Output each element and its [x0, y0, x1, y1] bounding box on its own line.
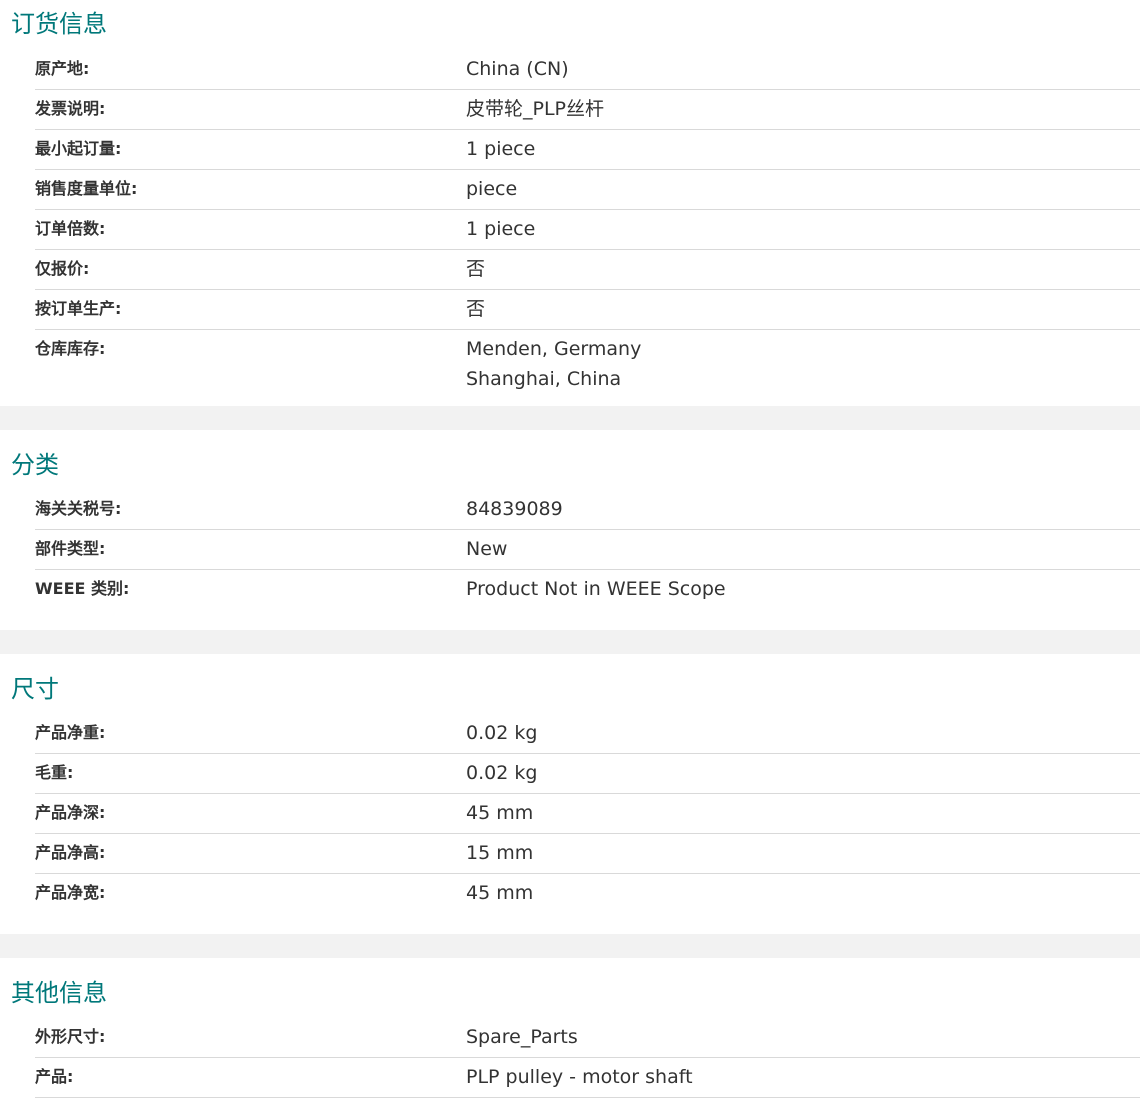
- row-label: 按订单生产:: [35, 299, 122, 318]
- row-label: 产品净高:: [35, 843, 106, 862]
- table-row: 仓库库存: Menden, Germany Shanghai, China: [35, 330, 1140, 400]
- row-value: 1 piece: [466, 138, 536, 160]
- table-row: 毛重: 0.02 kg: [35, 754, 1140, 794]
- row-value: 45 mm: [466, 882, 534, 904]
- table-row: 销售度量单位: piece: [35, 170, 1140, 210]
- table-row: 产品净重: 0.02 kg: [35, 714, 1140, 754]
- section-dimensions: 尺寸 产品净重: 0.02 kg 毛重: 0.02 kg 产品净深: 45 mm…: [0, 630, 1140, 934]
- row-value: 否: [466, 258, 486, 280]
- section-title: 尺寸: [11, 675, 59, 703]
- table-row: 订单倍数: 1 piece: [35, 210, 1140, 250]
- table-row: 产品净高: 15 mm: [35, 834, 1140, 874]
- warehouse-location: Shanghai, China: [466, 368, 622, 390]
- row-value: 皮带轮_PLP丝杆: [466, 98, 605, 120]
- row-label: 订单倍数:: [35, 219, 106, 238]
- table-row: 发票说明: 皮带轮_PLP丝杆: [35, 90, 1140, 130]
- row-label: 销售度量单位:: [35, 179, 138, 198]
- row-label: 产品净深:: [35, 803, 106, 822]
- row-value: New: [466, 538, 508, 560]
- row-value: Spare_Parts: [466, 1026, 578, 1048]
- table-row: WEEE 类别: Product Not in WEEE Scope: [35, 570, 1140, 609]
- table-row: 按订单生产: 否: [35, 290, 1140, 330]
- ordering-info-table: 原产地: China (CN) 发票说明: 皮带轮_PLP丝杆 最小起订量: 1…: [35, 50, 1140, 400]
- row-label: 产品净宽:: [35, 883, 106, 902]
- row-label: 外形尺寸:: [35, 1027, 106, 1046]
- section-other-info: 其他信息 外形尺寸: Spare_Parts 产品: PLP pulley - …: [0, 934, 1140, 1105]
- dimensions-table: 产品净重: 0.02 kg 毛重: 0.02 kg 产品净深: 45 mm 产品…: [35, 714, 1140, 913]
- table-row: 部件类型: New: [35, 530, 1140, 570]
- table-row: 海关关税号: 84839089: [35, 490, 1140, 530]
- row-label: 发票说明:: [35, 99, 106, 118]
- row-value: 0.02 kg: [466, 762, 538, 784]
- row-value: piece: [466, 178, 518, 200]
- section-classification: 分类 海关关税号: 84839089 部件类型: New WEEE 类别: Pr…: [0, 406, 1140, 630]
- table-row: 产品净深: 45 mm: [35, 794, 1140, 834]
- section-ordering-info: 订货信息 原产地: China (CN) 发票说明: 皮带轮_PLP丝杆 最小起…: [0, 0, 1140, 406]
- classification-table: 海关关税号: 84839089 部件类型: New WEEE 类别: Produ…: [35, 490, 1140, 609]
- row-label: 仓库库存:: [35, 339, 106, 358]
- table-row: 原产地: China (CN): [35, 50, 1140, 90]
- row-label: WEEE 类别:: [35, 579, 130, 598]
- table-row: 产品: PLP pulley - motor shaft: [35, 1058, 1140, 1098]
- row-value: 0.02 kg: [466, 722, 538, 744]
- row-value: 15 mm: [466, 842, 534, 864]
- row-value: PLP pulley - motor shaft: [466, 1066, 693, 1088]
- table-row: 外形尺寸: Spare_Parts: [35, 1018, 1140, 1058]
- row-label: 部件类型:: [35, 539, 106, 558]
- row-value: China (CN): [466, 58, 569, 80]
- row-label: 仅报价:: [35, 259, 90, 278]
- table-row: 仅报价: 否: [35, 250, 1140, 290]
- section-title: 订货信息: [11, 10, 107, 38]
- row-label: 最小起订量:: [35, 139, 122, 158]
- section-title: 其他信息: [11, 979, 107, 1007]
- other-info-table: 外形尺寸: Spare_Parts 产品: PLP pulley - motor…: [35, 1018, 1140, 1098]
- row-value-list: Menden, Germany Shanghai, China: [466, 330, 1140, 394]
- warehouse-location: Menden, Germany: [466, 338, 642, 360]
- table-row: 产品净宽: 45 mm: [35, 874, 1140, 913]
- table-row: 最小起订量: 1 piece: [35, 130, 1140, 170]
- row-label: 海关关税号:: [35, 499, 122, 518]
- row-value: 否: [466, 298, 486, 320]
- row-value: 45 mm: [466, 802, 534, 824]
- row-label: 原产地:: [35, 59, 90, 78]
- section-title: 分类: [11, 451, 59, 479]
- row-label: 产品净重:: [35, 723, 106, 742]
- row-label: 产品:: [35, 1067, 74, 1086]
- row-value: 84839089: [466, 498, 563, 520]
- row-value: 1 piece: [466, 218, 536, 240]
- row-label: 毛重:: [35, 763, 74, 782]
- row-value: Product Not in WEEE Scope: [466, 578, 726, 600]
